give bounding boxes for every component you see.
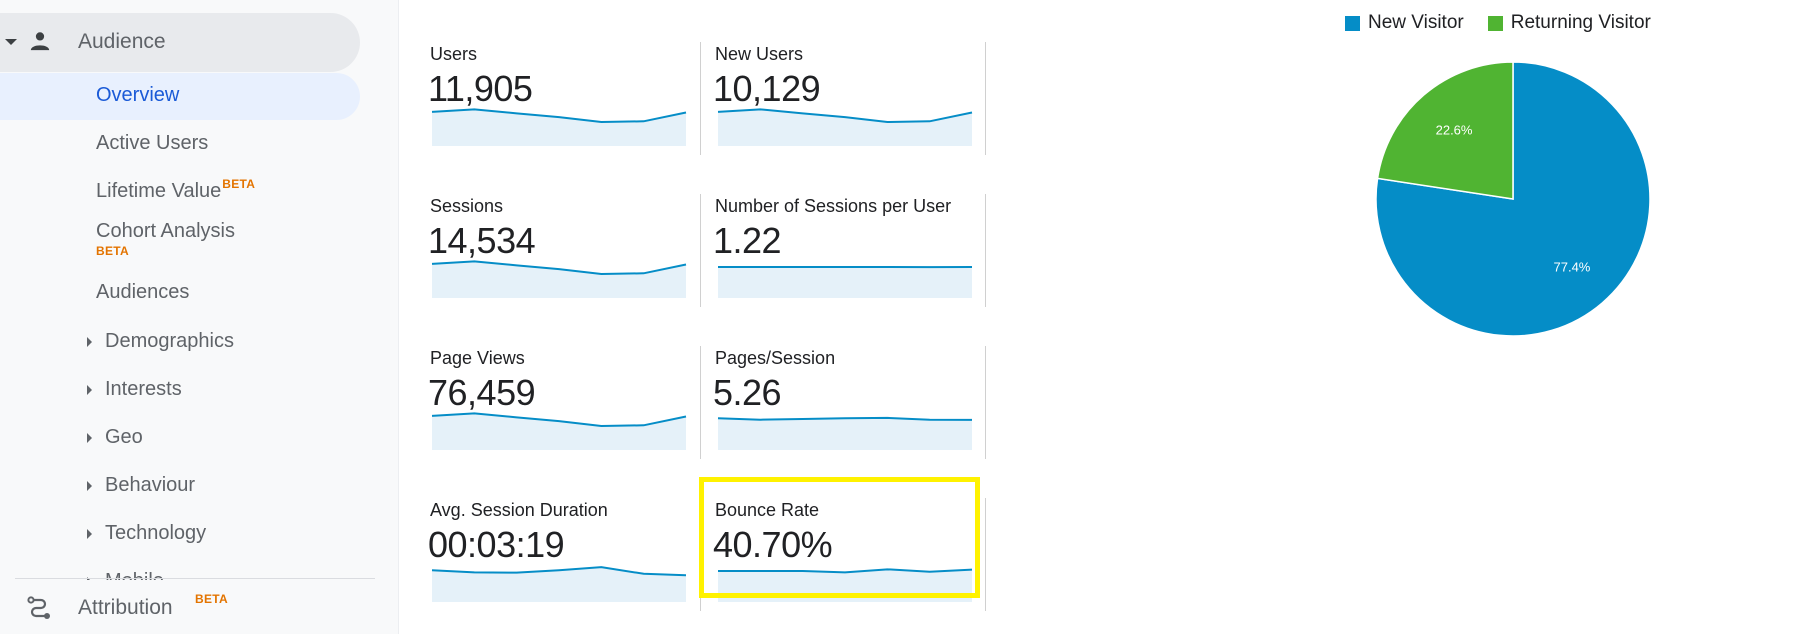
caret-right-icon	[87, 529, 92, 539]
caret-right-icon	[87, 433, 92, 443]
sidebar-item-label: Behaviour	[105, 474, 196, 496]
metric-label: Sessions	[430, 196, 504, 216]
sidebar-item-label: Lifetime ValueBETA	[96, 177, 256, 203]
sparkline	[718, 266, 973, 298]
sidebar-item-geo[interactable]: Geo	[0, 414, 360, 461]
sidebar-item-text: Lifetime Value	[96, 180, 222, 202]
caret-down-icon[interactable]	[5, 39, 17, 45]
pie-data-label: 77.4%	[1554, 260, 1591, 275]
card-divider	[985, 42, 986, 155]
sidebar-item-label: Technology	[105, 522, 207, 544]
sparkline	[718, 568, 973, 602]
sidebar-item-label: Attribution	[78, 596, 173, 619]
card-divider	[985, 194, 986, 307]
metric-label: Users	[430, 44, 478, 64]
sparkline-area	[432, 413, 686, 450]
sidebar-item-label: Overview	[96, 84, 180, 106]
metric-label: New Users	[715, 44, 804, 64]
sparkline	[431, 260, 687, 298]
sidebar-item-cohort-analysis[interactable]: Cohort Analysis BETA	[0, 210, 360, 268]
legend-label: New Visitor	[1368, 12, 1464, 33]
metric-label: Pages/Session	[715, 348, 836, 368]
sparkline	[431, 412, 687, 450]
caret-right-icon	[87, 481, 92, 491]
sparkline	[717, 416, 973, 450]
metric-card-bounce-rate[interactable]: Bounce Rate 40.70%	[700, 498, 985, 611]
sparkline	[717, 108, 973, 146]
metric-value: 00:03:19	[428, 524, 565, 565]
sidebar-item-overview[interactable]: Overview	[0, 73, 360, 120]
sparkline-area	[718, 267, 972, 298]
sidebar-item-audiences[interactable]: Audiences	[0, 270, 360, 317]
card-divider	[700, 194, 701, 307]
nav-section-audience[interactable]: Audience	[0, 13, 360, 72]
sidebar-item-label: Audiences	[96, 281, 190, 303]
sidebar-item-label: Active Users	[96, 132, 209, 154]
pie-chart: 77.4% 22.6%	[1375, 61, 1651, 337]
card-divider	[700, 346, 701, 459]
metric-card-new-users[interactable]: New Users 10,129	[700, 42, 985, 155]
legend-swatch	[1345, 15, 1360, 31]
sidebar-item-label: Demographics	[105, 330, 234, 352]
card-divider	[985, 346, 986, 459]
card-divider	[700, 498, 701, 611]
sidebar-item-interests[interactable]: Interests	[0, 366, 360, 413]
metric-value: 40.70%	[713, 524, 833, 565]
caret-right-icon	[87, 337, 92, 347]
sparkline-area	[718, 109, 972, 146]
metric-value: 5.26	[713, 372, 782, 413]
nav-section-label: Audience	[78, 30, 166, 53]
sidebar-item-label: Cohort Analysis	[96, 220, 235, 242]
metric-card-users[interactable]: Users 11,905	[425, 42, 710, 155]
sidebar-item-label: Interests	[105, 378, 182, 400]
sidebar-item-label: Geo	[105, 426, 143, 448]
sidebar-item-active-users[interactable]: Active Users	[0, 121, 360, 168]
beta-badge: BETA	[96, 244, 129, 258]
metric-label: Number of Sessions per User	[715, 196, 952, 216]
legend-item-returning-visitor[interactable]: Returning Visitor	[1487, 12, 1651, 34]
metric-label: Bounce Rate	[715, 500, 820, 520]
metric-card-page-views[interactable]: Page Views 76,459	[425, 346, 710, 459]
metric-value: 1.22	[713, 220, 782, 261]
metric-value: 11,905	[428, 68, 533, 109]
sparkline-line	[718, 568, 973, 574]
sidebar-item-demographics[interactable]: Demographics	[0, 318, 360, 365]
card-divider	[700, 42, 701, 155]
metric-label: Avg. Session Duration	[430, 500, 608, 520]
card-divider	[985, 498, 986, 611]
chart-legend: New Visitor Returning Visitor	[1345, 12, 1675, 34]
sparkline	[431, 108, 687, 146]
caret-right-icon	[87, 385, 92, 395]
sidebar-item-behaviour[interactable]: Behaviour	[0, 462, 360, 509]
sparkline-area	[718, 417, 972, 450]
sparkline	[431, 566, 687, 602]
sidebar-item-lifetime-value[interactable]: Lifetime ValueBETA	[0, 169, 360, 216]
sparkline-area	[718, 569, 972, 602]
metric-card-sessions-per-user[interactable]: Number of Sessions per User 1.22	[700, 194, 985, 307]
pie-data-label: 22.6%	[1436, 122, 1473, 137]
sidebar-item-technology[interactable]: Technology	[0, 510, 360, 557]
metric-card-avg-session-duration[interactable]: Avg. Session Duration 00:03:19	[425, 498, 710, 611]
beta-badge: BETA	[222, 177, 256, 191]
person-icon	[30, 32, 50, 51]
sparkline-area	[432, 109, 686, 146]
legend-item-new-visitor[interactable]: New Visitor	[1345, 12, 1464, 34]
legend-label: Returning Visitor	[1510, 12, 1651, 33]
sidebar-divider	[15, 578, 375, 579]
sidebar-item-attribution[interactable]: Attribution BETA	[0, 580, 398, 634]
metric-value: 14,534	[428, 220, 536, 261]
attribution-icon	[27, 596, 50, 619]
beta-badge: BETA	[195, 592, 228, 606]
legend-swatch	[1487, 15, 1503, 31]
metric-value: 76,459	[428, 372, 536, 413]
metric-value: 10,129	[713, 68, 821, 109]
metric-card-sessions[interactable]: Sessions 14,534	[425, 194, 710, 307]
metric-label: Page Views	[430, 348, 525, 368]
sparkline-area	[432, 261, 686, 298]
metric-card-pages-per-session[interactable]: Pages/Session 5.26	[700, 346, 985, 459]
sidebar: Audience Overview Active Users Lifetime …	[0, 0, 399, 634]
